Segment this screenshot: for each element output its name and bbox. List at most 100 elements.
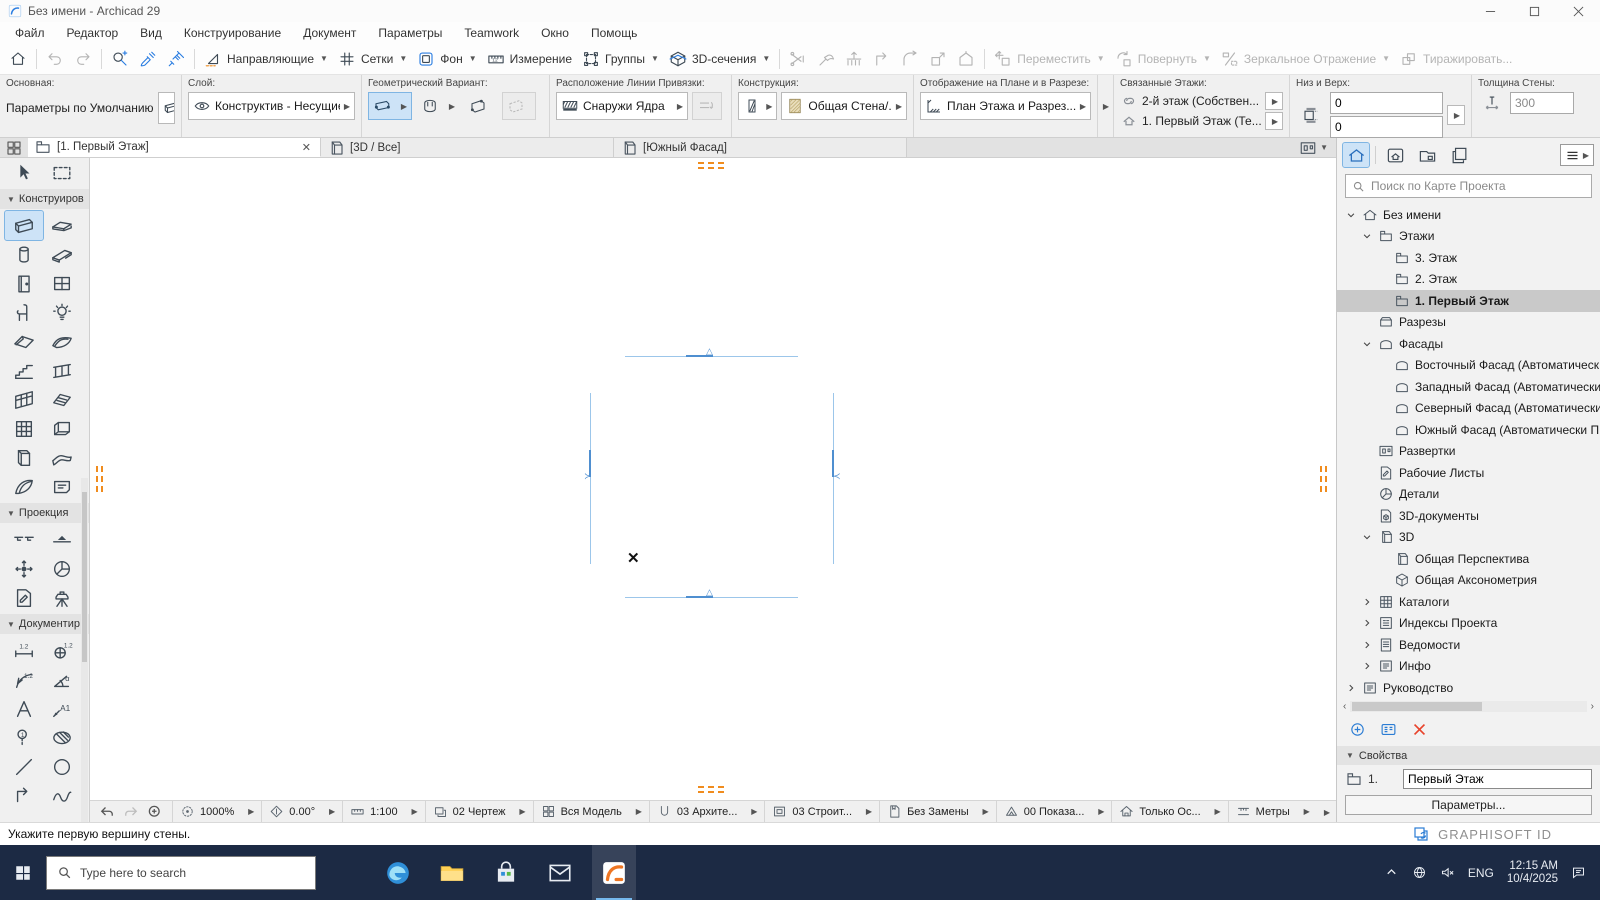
quickbar-qb-scale[interactable]: 1:100 ▶ <box>342 801 425 822</box>
fillet-button[interactable] <box>896 46 924 72</box>
tree-item[interactable]: Южный Фасад (Автоматически П <box>1337 419 1600 441</box>
worksheet-tool-button[interactable] <box>5 583 43 612</box>
menu-Конструирование[interactable]: Конструирование <box>173 24 292 42</box>
tree-item[interactable]: Без имени <box>1337 204 1600 226</box>
zoom-in-icon[interactable] <box>146 803 164 821</box>
wall-default-button[interactable]: ▼ <box>157 92 175 124</box>
toolbox-section-Проекция[interactable]: ▼ Проекция <box>0 503 89 523</box>
section-tool-button[interactable] <box>5 525 43 554</box>
measure-button[interactable]: 12 Измерение <box>482 46 577 72</box>
scroll-left-icon[interactable]: ‹ <box>1343 701 1346 712</box>
detail-tool-button[interactable] <box>43 554 81 583</box>
layer-button[interactable]: Конструктив - Несущие ... ▶ <box>188 92 355 120</box>
chevron-right-icon[interactable] <box>1345 683 1357 693</box>
chevron-down-icon[interactable] <box>1345 210 1357 220</box>
zoom-select-button[interactable] <box>106 46 134 72</box>
tree-item[interactable]: Западный Фасад (Автоматически <box>1337 376 1600 398</box>
quickbar-qb-dim[interactable]: 00 Показа... ▶ <box>995 801 1112 822</box>
composite-button[interactable]: Общая Стена/... ▶ <box>781 92 907 120</box>
column-tool-button[interactable] <box>5 240 43 269</box>
quickbar-qb-angle[interactable]: 0.00° ▶ <box>261 801 342 822</box>
chevron-right-icon[interactable] <box>1361 597 1373 607</box>
tree-item[interactable]: Фасады <box>1337 333 1600 355</box>
project-map-button[interactable] <box>1342 142 1370 168</box>
navigator-menu-button[interactable]: ▶ <box>1559 144 1594 166</box>
tab-1[interactable]: [3D / Все] <box>321 138 614 157</box>
quickbar-qb-units[interactable]: Метры ▶ <box>1227 801 1317 822</box>
undo-button[interactable] <box>41 46 69 72</box>
quickbar-qb-pen[interactable]: 02 Чертеж ▶ <box>424 801 533 822</box>
mirror-button[interactable]: Зеркальное Отражение ▼ <box>1216 46 1395 72</box>
wall-tool-button[interactable] <box>4 210 44 241</box>
quickbar-qb-reno[interactable]: Только Ос... ▶ <box>1111 801 1227 822</box>
menu-Teamwork[interactable]: Teamwork <box>453 24 530 42</box>
tree-item[interactable]: Рабочие Листы <box>1337 462 1600 484</box>
cursor-tool-button[interactable] <box>5 158 43 187</box>
tree-item[interactable]: Индексы Проекта <box>1337 613 1600 635</box>
menu-Вид[interactable]: Вид <box>129 24 173 42</box>
window-tool-button[interactable] <box>43 269 81 298</box>
rotate-button[interactable]: Повернуть ▼ <box>1110 46 1216 72</box>
home-button[interactable] <box>4 46 32 72</box>
elevation-tool-button[interactable] <box>43 525 81 554</box>
tree-item[interactable]: Детали <box>1337 484 1600 506</box>
opening-tool-button[interactable] <box>43 414 81 443</box>
menu-Окно[interactable]: Окно <box>530 24 580 42</box>
view-map-button[interactable] <box>1382 143 1408 167</box>
split-button[interactable] <box>784 46 812 72</box>
intersect-button[interactable] <box>868 46 896 72</box>
taskbar-app-edge[interactable] <box>376 845 420 900</box>
default-settings-label[interactable]: Параметры по Умолчанию <box>6 101 154 115</box>
grids-button[interactable]: Сетки ▼ <box>333 46 412 72</box>
curtainwall-tool-button[interactable] <box>5 385 43 414</box>
beam-tool-button[interactable] <box>43 240 81 269</box>
multiply-button[interactable]: Тиражировать... <box>1395 46 1517 72</box>
chevron-right-icon[interactable] <box>1361 661 1373 671</box>
tree-item[interactable]: Руководство <box>1337 677 1600 698</box>
toolbox-scrollbar[interactable] <box>81 478 88 822</box>
chevron-down-icon[interactable] <box>1361 532 1373 542</box>
radial-dimension-tool-button[interactable]: 1.2 <box>5 665 43 694</box>
tree-item[interactable]: Разрезы <box>1337 312 1600 334</box>
item-settings-icon[interactable] <box>1380 721 1397 738</box>
slab-tool-button[interactable] <box>43 211 81 240</box>
menu-Помощь[interactable]: Помощь <box>580 24 648 42</box>
grid-tool-button[interactable] <box>5 414 43 443</box>
angle-dimension-tool-button[interactable]: α <box>43 665 81 694</box>
tree-item[interactable]: Этажи <box>1337 226 1600 248</box>
tab-overview-button[interactable] <box>0 138 28 157</box>
marquee-tool-button[interactable] <box>43 158 81 187</box>
syringe-button[interactable] <box>162 46 190 72</box>
roof-tool-button[interactable] <box>5 327 43 356</box>
panel-tool-button[interactable] <box>5 443 43 472</box>
geometry-poly-button[interactable] <box>464 92 498 120</box>
interior-elevation-tool-button[interactable] <box>5 554 43 583</box>
graphisoft-id[interactable]: GRAPHISOFT ID <box>1412 825 1592 843</box>
start-button[interactable] <box>0 845 46 900</box>
tree-item[interactable]: 3. Этаж <box>1337 247 1600 269</box>
morph-tool-button[interactable] <box>5 472 43 501</box>
notification-center-icon[interactable] <box>1571 865 1586 880</box>
network-icon[interactable] <box>1412 865 1427 880</box>
chevron-right-icon[interactable] <box>1361 618 1373 628</box>
railing-tool-button[interactable] <box>43 356 81 385</box>
tree-item[interactable]: Восточный Фасад (Автоматическ <box>1337 355 1600 377</box>
menu-Файл[interactable]: Файл <box>4 24 56 42</box>
tree-item[interactable]: Общая Аксонометрия <box>1337 570 1600 592</box>
guide-handle-top-icon[interactable] <box>698 162 724 169</box>
close-icon[interactable] <box>1556 0 1600 22</box>
redo-button[interactable] <box>69 46 97 72</box>
taskbar-app-mail[interactable] <box>538 845 582 900</box>
lamp-tool-button[interactable] <box>43 298 81 327</box>
properties-section-header[interactable]: ▼ Свойства <box>1337 746 1600 765</box>
chevron-right-icon[interactable] <box>1361 640 1373 650</box>
chevron-down-icon[interactable] <box>1361 231 1373 241</box>
menu-Параметры[interactable]: Параметры <box>367 24 453 42</box>
resize-button[interactable] <box>924 46 952 72</box>
quickbar-scroll-right[interactable]: ▶ <box>1317 806 1336 818</box>
marker-tool-button[interactable]: 1 <box>5 723 43 752</box>
minimize-icon[interactable] <box>1468 0 1512 22</box>
tree-item[interactable]: Развертки <box>1337 441 1600 463</box>
tree-item[interactable]: Инфо <box>1337 656 1600 678</box>
tree-item[interactable]: Ведомости <box>1337 634 1600 656</box>
